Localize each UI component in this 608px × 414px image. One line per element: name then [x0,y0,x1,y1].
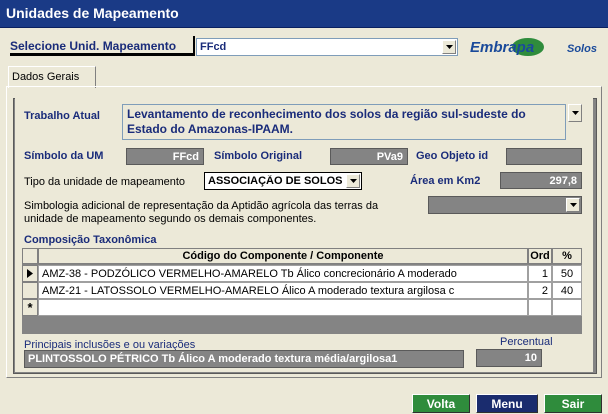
tipo-unidade-value: ASSOCIAÇÃO DE SOLOS [208,175,343,187]
composicao-title: Composição Taxonômica [24,234,157,246]
composicao-grid: Código do Componente / Componente Ord % … [22,248,582,334]
window-title: Unidades de Mapeamento [6,5,179,21]
row-selector-current[interactable] [22,265,38,282]
table-row-1-ord[interactable]: 1 [528,265,552,282]
simbolo-um-field[interactable]: FFcd [126,148,204,165]
geo-objeto-field[interactable] [506,148,582,165]
simbologia-label-2: unidade de mapeamento segundo os demais … [24,213,317,225]
tipo-unidade-label: Tipo da unidade de mapeamento [24,176,186,188]
unidade-selector-value: FFcd [200,41,227,53]
tab-dados-gerais[interactable]: Dados Gerais [8,66,96,88]
menu-button[interactable]: Menu [476,394,538,413]
geo-objeto-label: Geo Objeto id [416,150,489,162]
chevron-down-icon[interactable] [442,40,456,54]
new-row-selector[interactable]: * [22,299,38,316]
header-pct[interactable]: % [552,248,582,264]
header-componente[interactable]: Código do Componente / Componente [38,248,528,264]
percentual-field[interactable]: 10 [476,349,542,367]
table-row-2-pct[interactable]: 40 [552,282,582,299]
logo-text: Embrapa [470,39,534,56]
simbolo-um-label: Símbolo da UM [24,150,104,162]
trabalho-line-1: Levantamento de reconhecimento dos solos… [127,107,526,121]
embrapa-logo: Embrapa Solos [470,36,600,58]
inclusoes-field[interactable]: PLINTOSSOLO PÉTRICO Tb Álico A moderado … [24,350,464,368]
current-row-icon [27,269,33,278]
sair-button[interactable]: Sair [544,394,602,413]
percentual-label: Percentual [500,336,553,348]
grid-corner [22,248,38,264]
header-ord[interactable]: Ord [528,248,552,264]
chevron-down-icon[interactable] [346,174,360,188]
table-row-1-pct[interactable]: 50 [552,265,582,282]
new-row-ord[interactable] [528,299,552,316]
chevron-down-icon[interactable] [568,104,582,122]
table-row-2-componente[interactable]: AMZ-21 - LATOSSOLO VERMELHO-AMARELO Álic… [38,282,528,299]
area-field[interactable]: 297,8 [500,172,582,189]
trabalho-dropdown[interactable] [566,104,582,122]
logo-sub-text: Solos [567,43,597,55]
simbologia-label-1: Simbologia adicional de representação da… [24,200,379,212]
area-label: Área em Km2 [410,175,481,187]
unidade-selector[interactable]: FFcd [196,38,458,56]
table-row-2-ord[interactable]: 2 [528,282,552,299]
trabalho-line-2: Estado do Amazonas-IPAAM. [127,122,294,136]
row-selector[interactable] [22,282,38,299]
simbolo-original-field[interactable]: PVa9 [330,148,408,165]
trabalho-field[interactable]: Levantamento de reconhecimento dos solos… [122,104,566,140]
volta-button[interactable]: Volta [412,394,470,413]
simbolo-original-label: Símbolo Original [214,150,303,162]
selector-label: Selecione Unid. Mapeamento [10,36,195,56]
table-row-1-componente[interactable]: AMZ-38 - PODZÓLICO VERMELHO-AMARELO Tb Á… [38,265,528,282]
new-row-componente[interactable] [38,299,528,316]
simbologia-select[interactable] [428,196,582,214]
title-bar: Unidades de Mapeamento [0,0,608,28]
chevron-down-icon[interactable] [566,198,580,212]
trabalho-label: Trabalho Atual [24,110,100,122]
new-row-pct[interactable] [552,299,582,316]
tipo-unidade-select[interactable]: ASSOCIAÇÃO DE SOLOS [204,172,362,190]
